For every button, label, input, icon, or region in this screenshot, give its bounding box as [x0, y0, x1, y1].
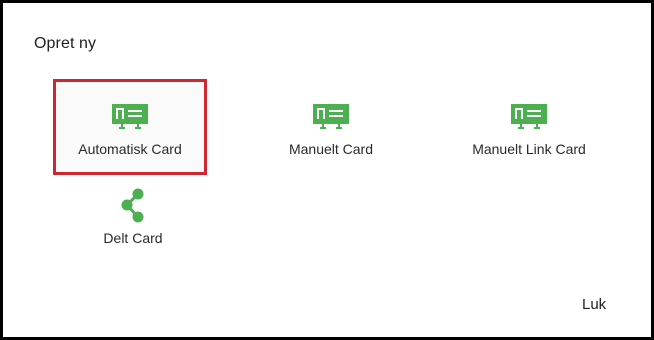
create-new-dialog: Opret ny Automatisk Card Manuelt Card Ma… [0, 0, 654, 340]
close-button[interactable]: Luk [582, 296, 606, 313]
option-manuelt-card[interactable]: Manuelt Card [256, 82, 406, 172]
option-label: Manuelt Link Card [472, 141, 586, 157]
option-label: Manuelt Card [288, 141, 374, 157]
option-delt-card[interactable]: Delt Card [58, 175, 208, 265]
card-icon [511, 99, 547, 135]
dialog-title: Opret ny [34, 35, 97, 52]
option-manuelt-link-card[interactable]: Manuelt Link Card [453, 82, 605, 172]
option-label: Delt Card [103, 230, 163, 246]
card-icon [313, 99, 349, 135]
card-icon [112, 99, 148, 135]
option-label: Automatisk Card [78, 141, 182, 157]
option-automatisk-card[interactable]: Automatisk Card [53, 79, 207, 175]
share-icon [120, 188, 146, 224]
